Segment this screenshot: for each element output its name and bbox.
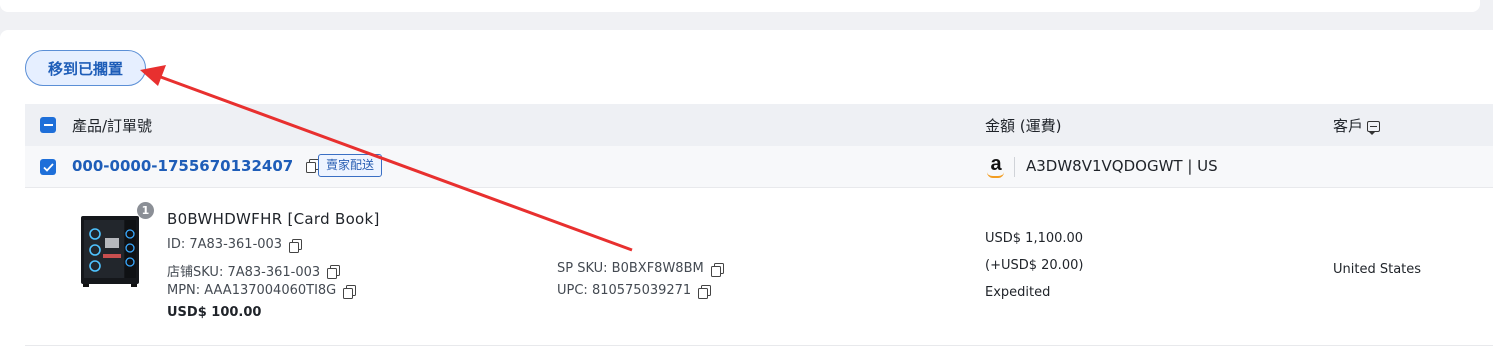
product-image [81, 216, 139, 287]
top-strip [0, 0, 1480, 12]
order-total: USD$ 1,100.00 [985, 231, 1084, 246]
upc: UPC: 810575039271 [557, 283, 712, 299]
order-checkbox[interactable] [40, 159, 56, 175]
check-icon [42, 162, 54, 172]
sp-sku: SP SKU: B0BXF8W8BM [557, 261, 724, 277]
header-customer: 客戶 [1333, 115, 1381, 136]
select-all-checkbox[interactable] [40, 117, 56, 133]
copy-icon[interactable] [289, 238, 303, 253]
copy-icon[interactable] [343, 284, 357, 299]
fulfillment-badge: 賣家配送 [318, 154, 383, 177]
copy-icon[interactable] [327, 264, 341, 279]
shop-sku: 店铺SKU: 7A83-361-003 [167, 261, 341, 280]
shipping-fee: (+USD$ 20.00) [985, 258, 1084, 273]
store-label: A3DW8V1VQDOGWT | US [1026, 157, 1218, 175]
message-icon[interactable] [1367, 121, 1381, 135]
divider [1014, 157, 1015, 177]
header-product: 產品/訂單號 [72, 117, 153, 135]
product-title: B0BWHDWFHR [Card Book] [167, 210, 380, 228]
product-row: 1 B0BWHDWFHR [Card Book] ID: 7A83-361-00… [25, 188, 1493, 346]
shipping-method: Expedited [985, 285, 1051, 300]
order-id-link[interactable]: 000-0000-1755670132407 [72, 157, 320, 175]
quantity-badge: 1 [137, 202, 154, 219]
customer-country: United States [1333, 262, 1422, 277]
copy-icon[interactable] [698, 284, 712, 299]
product-id: ID: 7A83-361-003 [167, 237, 303, 253]
mpn: MPN: AAA137004060TI8G [167, 283, 357, 299]
move-to-on-hold-button[interactable]: 移到已擱置 [25, 50, 146, 86]
copy-icon[interactable] [710, 262, 724, 277]
header-amount: 金額 (運費) [985, 117, 1062, 135]
product-price: USD$ 100.00 [167, 305, 262, 320]
order-row: 000-0000-1755670132407 賣家配送 a A3DW8V1VQD… [25, 146, 1493, 188]
amazon-icon: a [985, 154, 1007, 179]
table-header: 產品/訂單號 金額 (運費) 客戶 [25, 104, 1493, 146]
copy-icon[interactable] [306, 159, 320, 173]
